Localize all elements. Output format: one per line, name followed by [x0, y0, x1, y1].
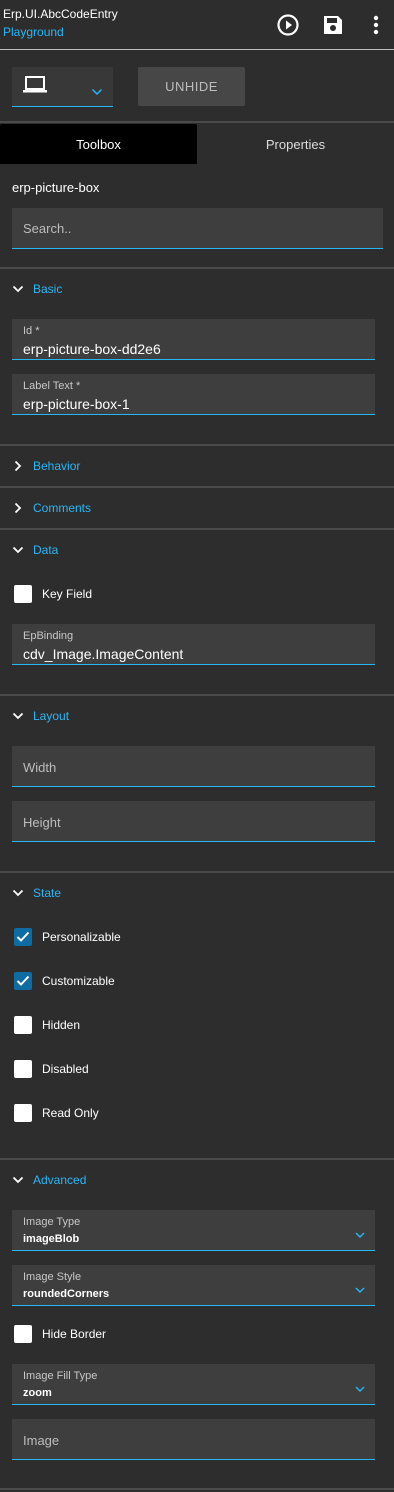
checkbox-box[interactable]	[14, 1104, 32, 1122]
field-value: erp-picture-box-1	[23, 396, 130, 412]
divider	[0, 1158, 394, 1160]
personalizable-checkbox[interactable]: Personalizable	[14, 927, 121, 947]
field-label: EpBinding	[23, 630, 74, 642]
image-type-select[interactable]: Image Type imageBlob	[12, 1210, 375, 1251]
section-title: Layout	[33, 709, 70, 723]
field-placeholder: Image	[23, 1433, 60, 1448]
divider	[0, 871, 394, 873]
field-value: zoom	[23, 1387, 52, 1399]
divider	[0, 1488, 394, 1490]
tab-toolbox[interactable]: Toolbox	[0, 124, 197, 164]
app-title: Erp.UI.AbcCodeEntry	[3, 7, 118, 21]
field-label: Image Style	[23, 1271, 82, 1283]
play-circle-icon[interactable]	[275, 12, 301, 38]
field-value: imageBlob	[23, 1233, 80, 1245]
chevron-right-icon	[12, 460, 24, 472]
width-field[interactable]: Width	[12, 746, 375, 787]
checkbox-label: Disabled	[42, 1062, 89, 1076]
section-title: Basic	[33, 282, 63, 296]
label-text-field[interactable]: Label Text * erp-picture-box-1	[12, 374, 375, 415]
checkbox-label: Personalizable	[42, 930, 121, 944]
component-name: erp-picture-box	[12, 180, 100, 195]
checkbox-box[interactable]	[14, 1325, 32, 1343]
save-icon[interactable]	[320, 12, 346, 38]
checkbox-box[interactable]	[14, 1016, 32, 1034]
checkbox-box[interactable]	[14, 1060, 32, 1078]
section-comments-header[interactable]: Comments	[0, 489, 394, 527]
divider	[0, 694, 394, 696]
section-title: Advanced	[33, 1173, 87, 1187]
tab-properties[interactable]: Properties	[197, 124, 394, 164]
section-title: Behavior	[33, 459, 81, 473]
field-value: cdv_Image.ImageContent	[23, 646, 184, 662]
field-value: roundedCorners	[23, 1288, 110, 1300]
field-label: Image Fill Type	[23, 1370, 98, 1382]
checkbox-label: Hidden	[42, 1018, 81, 1032]
chevron-down-icon	[355, 1281, 365, 1299]
read-only-checkbox[interactable]: Read Only	[14, 1103, 99, 1123]
divider	[0, 444, 394, 446]
checkbox-box[interactable]	[14, 928, 32, 946]
section-basic-header[interactable]: Basic	[0, 270, 394, 308]
chevron-down-icon	[12, 544, 24, 556]
divider	[0, 121, 394, 123]
section-advanced-header[interactable]: Advanced	[0, 1161, 394, 1199]
section-title: Data	[33, 543, 59, 557]
height-field[interactable]: Height	[12, 801, 375, 842]
section-behavior-header[interactable]: Behavior	[0, 447, 394, 485]
field-label: Label Text *	[23, 380, 81, 392]
app-subtitle[interactable]: Playground	[3, 25, 64, 39]
section-layout-header[interactable]: Layout	[0, 697, 394, 735]
chevron-down-icon	[355, 1226, 365, 1244]
laptop-icon	[22, 75, 48, 100]
divider	[0, 486, 394, 488]
customizable-checkbox[interactable]: Customizable	[14, 971, 115, 991]
device-select[interactable]	[12, 67, 113, 107]
hide-border-checkbox[interactable]: Hide Border	[14, 1324, 106, 1344]
search-input[interactable]	[12, 208, 383, 249]
ep-binding-field[interactable]: EpBinding cdv_Image.ImageContent	[12, 624, 375, 665]
hidden-checkbox[interactable]: Hidden	[14, 1015, 80, 1035]
checkbox-label: Read Only	[42, 1106, 99, 1120]
field-placeholder: Height	[23, 815, 61, 830]
checkbox-box[interactable]	[14, 972, 32, 990]
section-data-header[interactable]: Data	[0, 531, 394, 569]
section-title: State	[33, 886, 62, 900]
key-field-checkbox[interactable]: Key Field	[14, 584, 92, 604]
section-state-header[interactable]: State	[0, 874, 394, 912]
image-style-select[interactable]: Image Style roundedCorners	[12, 1265, 375, 1306]
chevron-down-icon	[91, 83, 103, 101]
check-icon	[16, 931, 30, 942]
chevron-down-icon	[12, 710, 24, 722]
field-placeholder: Width	[23, 760, 57, 775]
chevron-down-icon	[12, 887, 24, 899]
chevron-down-icon	[12, 283, 24, 295]
checkbox-box[interactable]	[14, 585, 32, 603]
checkbox-label: Hide Border	[42, 1327, 107, 1341]
chevron-right-icon	[12, 502, 24, 514]
unhide-button[interactable]: UNHIDE	[138, 67, 245, 106]
more-vertical-icon[interactable]	[363, 12, 389, 38]
field-label: Image Type	[23, 1216, 81, 1228]
chevron-down-icon	[355, 1380, 365, 1398]
image-fill-type-select[interactable]: Image Fill Type zoom	[12, 1364, 375, 1405]
field-label: Id *	[23, 325, 40, 337]
divider	[0, 528, 394, 530]
chevron-down-icon	[12, 1174, 24, 1186]
checkbox-label: Key Field	[42, 587, 93, 601]
field-value: erp-picture-box-dd2e6	[23, 341, 161, 357]
image-field[interactable]: Image	[12, 1419, 375, 1460]
divider	[0, 267, 394, 269]
disabled-checkbox[interactable]: Disabled	[14, 1059, 89, 1079]
section-title: Comments	[33, 501, 92, 515]
id-field[interactable]: Id * erp-picture-box-dd2e6	[12, 319, 375, 360]
check-icon	[16, 975, 30, 986]
checkbox-label: Customizable	[42, 974, 115, 988]
